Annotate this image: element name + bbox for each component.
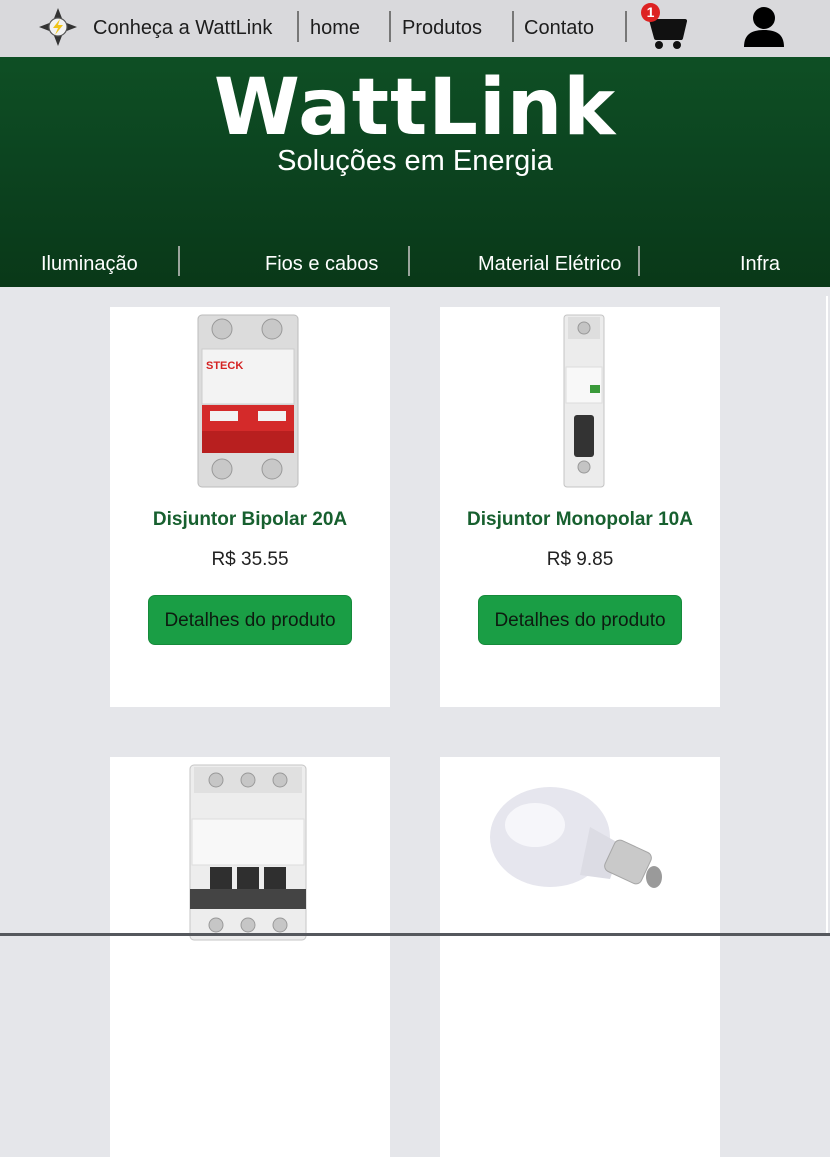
hero-banner: WattLink Soluções em Energia Iluminação … [0,57,830,287]
product-card[interactable]: STECK Disjuntor Bipolar 20A R$ 35.55 Det… [110,307,390,707]
svg-text:STECK: STECK [206,360,243,372]
nav-divider [297,11,299,42]
product-details-button[interactable]: Detalhes do produto [148,595,352,645]
nav-home-link[interactable]: home [310,17,360,40]
product-price: R$ 9.85 [546,549,614,570]
brand-tagline: Soluções em Energia [277,145,553,177]
product-card[interactable] [110,757,390,1157]
category-lighting[interactable]: Iluminação [41,253,138,276]
nav-divider [389,11,391,42]
logo-icon[interactable] [38,7,78,47]
category-infra[interactable]: Infra [740,253,780,276]
nav-about-link[interactable]: Conheça a WattLink [93,17,272,40]
top-navbar: Conheça a WattLink home Produtos Contato… [0,0,830,57]
category-divider [178,246,180,276]
nav-divider [625,11,627,42]
monopolar-breaker-image [563,314,605,488]
category-wires-cables[interactable]: Fios e cabos [265,253,378,276]
led-bulb-image [490,787,662,888]
nav-contact-link[interactable]: Contato [524,17,594,40]
product-grid: STECK Disjuntor Bipolar 20A R$ 35.55 Det… [4,296,828,1157]
nav-divider [512,11,514,42]
brand-title: WattLink [213,63,617,153]
product-price: R$ 35.55 [211,549,289,570]
product-name[interactable]: Disjuntor Monopolar 10A [440,509,720,531]
tripolar-breaker-image [189,764,307,941]
bipolar-breaker-image: STECK [197,314,299,488]
product-card[interactable]: Disjuntor Monopolar 10A R$ 9.85 Detalhes… [440,307,720,707]
product-details-button[interactable]: Detalhes do produto [478,595,682,645]
category-divider [638,246,640,276]
cart-count-badge: 1 [641,3,660,22]
nav-products-link[interactable]: Produtos [402,17,482,40]
category-divider [408,246,410,276]
product-card[interactable] [440,757,720,1157]
product-name[interactable]: Disjuntor Bipolar 20A [110,509,390,531]
category-electrical-material[interactable]: Material Elétrico [478,253,621,276]
user-icon[interactable] [742,6,786,48]
